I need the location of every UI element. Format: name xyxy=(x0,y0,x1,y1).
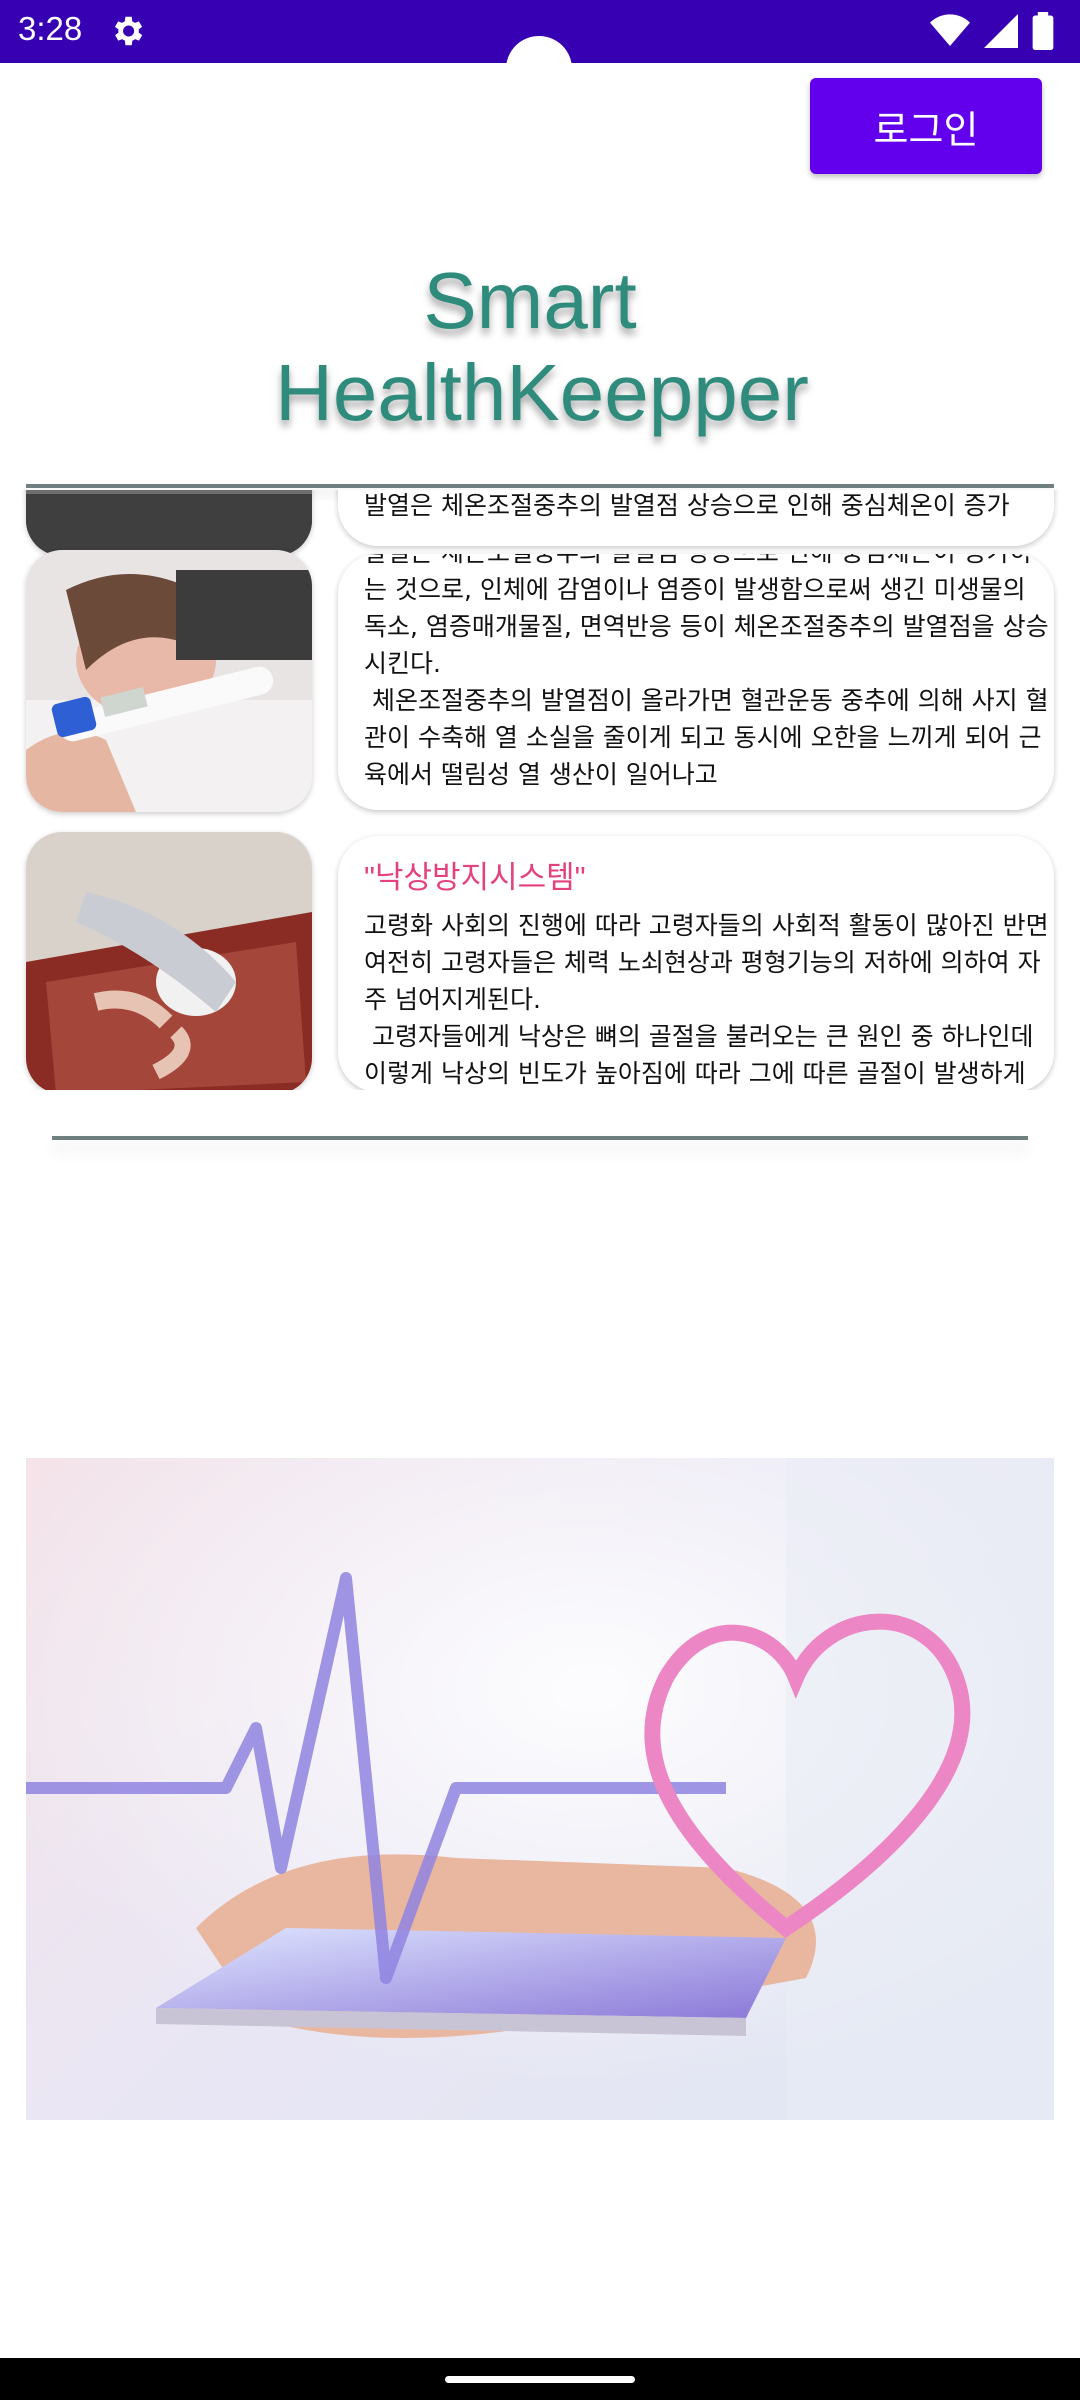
list-item-fever[interactable]: 발열은 체온조절중추의 발열점 상승으로 인해 중심체온이 증가하는 것으로, … xyxy=(338,554,1054,810)
heart-phone-illustration xyxy=(26,1458,1054,2120)
status-icons xyxy=(930,12,1054,50)
list-item[interactable]: …이하도 하지… 자세에 부합한 자극으로 신체의 체열 신호를 유지 발열은 … xyxy=(338,490,1054,546)
item-body: …이하도 하지… 자세에 부합한 자극으로 신체의 체열 신호를 유지 발열은 … xyxy=(364,491,1010,520)
app-title: Smart HealthKeepper xyxy=(0,255,1080,439)
fall-elderly-image xyxy=(26,832,312,1090)
top-divider xyxy=(26,484,1054,488)
fever-child-image xyxy=(26,550,312,812)
item-title-fall: "낙상방지시스템" xyxy=(364,860,586,895)
item-body-fall: 고령화 사회의 진행에 따라 고령자들의 사회적 활동이 많아진 반면 여전히 … xyxy=(364,911,1049,1088)
status-time: 3:28 xyxy=(18,10,83,47)
camera-cutout xyxy=(506,36,572,102)
home-gesture-handle[interactable] xyxy=(445,2376,635,2383)
bottom-divider xyxy=(52,1136,1028,1140)
app-title-line2: HealthKeepper xyxy=(275,348,809,437)
feature-list[interactable]: …이하도 하지… 자세에 부합한 자극으로 신체의 체열 신호를 유지 발열은 … xyxy=(0,490,1080,1090)
battery-icon xyxy=(1032,12,1054,50)
settings-icon xyxy=(114,16,143,46)
item-image xyxy=(26,490,312,556)
list-item-fall[interactable]: "낙상방지시스템" 고령화 사회의 진행에 따라 고령자들의 사회적 활동이 많… xyxy=(338,836,1054,1090)
item-body-fever: 발열은 체온조절중추의 발열점 상승으로 인해 중심체온이 증가하는 것으로, … xyxy=(364,554,1049,789)
item-thumbnail-fever[interactable] xyxy=(26,550,312,812)
login-button[interactable]: 로그인 xyxy=(810,78,1042,174)
health-banner-image xyxy=(26,1458,1054,2120)
item-thumbnail-fall[interactable] xyxy=(26,832,312,1090)
signal-icon xyxy=(984,14,1018,48)
item-thumbnail[interactable] xyxy=(26,490,312,556)
wifi-icon xyxy=(930,14,970,46)
app-title-line1: Smart xyxy=(423,256,637,345)
